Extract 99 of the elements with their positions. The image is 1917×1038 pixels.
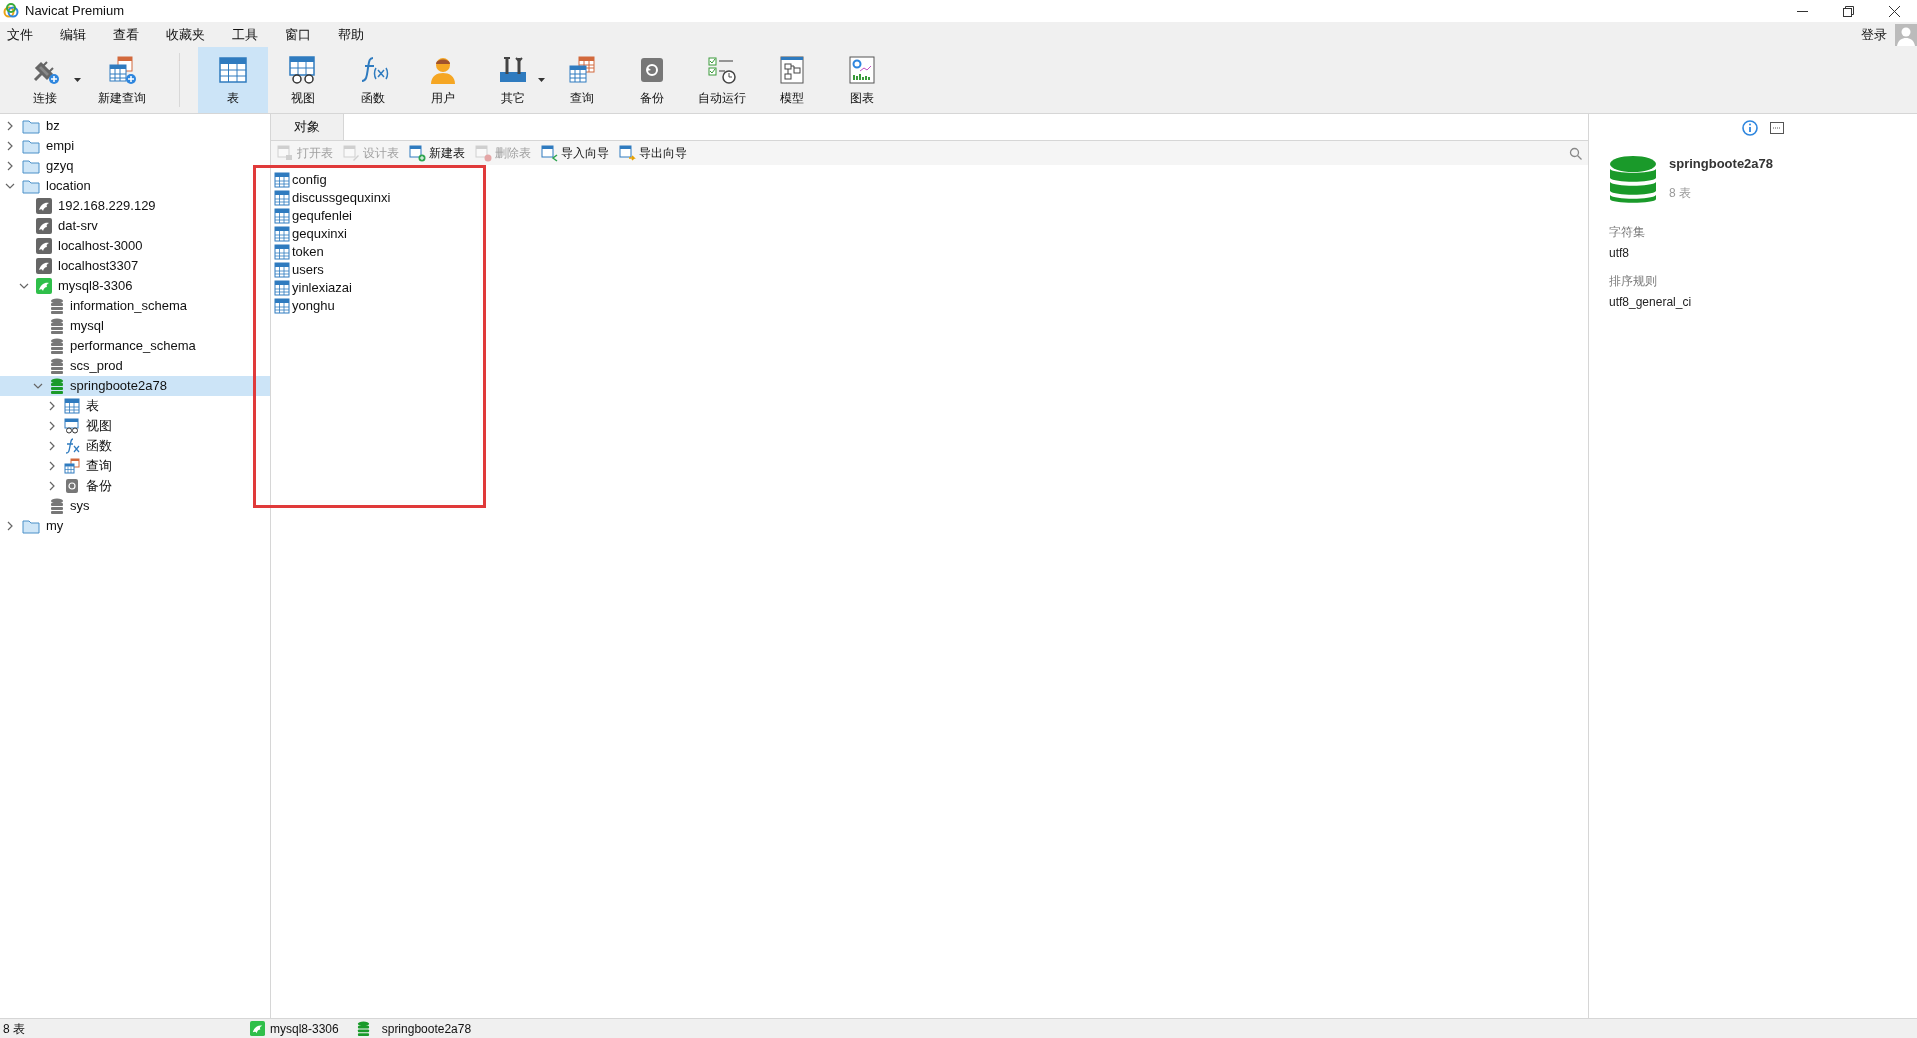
menu-item[interactable]: 工具	[225, 24, 265, 45]
folder-icon	[22, 158, 40, 174]
object-action-button[interactable]: 导出向导	[619, 144, 687, 162]
table-list-item[interactable]: yonghu	[274, 297, 339, 315]
table-plus-icon	[106, 53, 138, 86]
toolbar-button[interactable]: 表	[198, 47, 268, 113]
toolbar-button[interactable]: 函数	[338, 47, 408, 113]
toolbar-button[interactable]: 查询	[547, 47, 617, 113]
tree-item[interactable]: 表	[0, 396, 270, 416]
tree-item[interactable]: localhost-3000	[0, 236, 270, 256]
table-list-item[interactable]: config	[274, 171, 331, 189]
tree-item[interactable]: location	[0, 176, 270, 196]
status-database: springboote2a78	[381, 1020, 472, 1038]
menu-item[interactable]: 帮助	[331, 24, 371, 45]
toolbar-button[interactable]: 视图	[268, 47, 338, 113]
tree-item[interactable]: scs_prod	[0, 356, 270, 376]
toolbar-button[interactable]: 用户	[408, 47, 478, 113]
table-icon	[274, 190, 290, 206]
tree-item[interactable]: my	[0, 516, 270, 536]
import-table-icon	[541, 144, 558, 162]
table-icon	[274, 208, 290, 224]
tree-item[interactable]: bz	[0, 116, 270, 136]
table-stack-icon	[566, 53, 598, 86]
toolbar-button[interactable]: 新建查询	[83, 47, 161, 113]
tree-item[interactable]: 视图	[0, 416, 270, 436]
delete-table-icon	[475, 144, 492, 162]
table-icon	[274, 244, 290, 260]
table-list-item[interactable]: gequxinxi	[274, 225, 351, 243]
folder-icon	[22, 518, 40, 534]
toolbar-button[interactable]: 连接	[6, 47, 84, 113]
toolbar-button[interactable]: 图表	[827, 47, 897, 113]
tree-item[interactable]: sys	[0, 496, 270, 516]
table-icon	[274, 172, 290, 188]
toolbar-button[interactable]: 自动运行	[687, 47, 757, 113]
dolphin-icon	[250, 1021, 265, 1036]
tree-item[interactable]: dat-srv	[0, 216, 270, 236]
folder-icon	[22, 138, 40, 154]
new-table-icon	[409, 144, 426, 162]
folder-icon	[22, 178, 40, 194]
menu-item[interactable]: 编辑	[53, 24, 93, 45]
window-title: Navicat Premium	[25, 2, 124, 21]
tree-item[interactable]: information_schema	[0, 296, 270, 316]
chart-icon	[846, 53, 878, 86]
table-list-item[interactable]: users	[274, 261, 328, 279]
table-glasses-icon	[64, 418, 80, 434]
tree-item[interactable]: 备份	[0, 476, 270, 496]
function-icon	[64, 438, 80, 454]
info-icon[interactable]	[1742, 119, 1758, 136]
database-name: springboote2a78	[1669, 155, 1774, 174]
ddl-icon[interactable]	[1770, 121, 1784, 134]
tree-item[interactable]: mysql	[0, 316, 270, 336]
tree-item[interactable]: 查询	[0, 456, 270, 476]
tree-item[interactable]: gzyq	[0, 156, 270, 176]
table-icon	[274, 226, 290, 242]
tree-item[interactable]: localhost3307	[0, 256, 270, 276]
object-action-button[interactable]: 新建表	[409, 144, 465, 162]
tree-item[interactable]: mysql8-3306	[0, 276, 270, 296]
property-label: 字符集	[1609, 224, 1646, 241]
property-value: utf8_general_ci	[1609, 294, 1693, 311]
status-count: 8 表	[2, 1020, 26, 1038]
login-link[interactable]: 登录	[1861, 24, 1887, 45]
status-connection: mysql8-3306	[270, 1020, 339, 1038]
export-table-icon	[619, 144, 636, 162]
toolbar-button[interactable]: 模型	[757, 47, 827, 113]
menu-item[interactable]: 文件	[0, 24, 40, 45]
menu-item[interactable]: 窗口	[278, 24, 318, 45]
design-table-icon	[343, 144, 360, 162]
dropdown-caret-icon[interactable]	[74, 78, 81, 82]
property-label: 排序规则	[1609, 273, 1658, 290]
table-icon	[274, 298, 290, 314]
menu-item[interactable]: 收藏夹	[159, 24, 212, 45]
table-list-item[interactable]: gequfenlei	[274, 207, 356, 225]
table-list-item[interactable]: token	[274, 243, 328, 261]
open-table-icon	[277, 144, 294, 162]
tree-item[interactable]: 192.168.229.129	[0, 196, 270, 216]
table-icon	[64, 398, 80, 414]
table-icon	[274, 280, 290, 296]
dropdown-caret-icon[interactable]	[538, 78, 545, 82]
backup-icon	[64, 478, 80, 494]
restore-icon	[1842, 5, 1854, 17]
toolbar-button[interactable]: 其它	[478, 47, 548, 113]
tree-item[interactable]: performance_schema	[0, 336, 270, 356]
menu-item[interactable]: 查看	[106, 24, 146, 45]
database-icon	[356, 1021, 370, 1036]
close-icon	[1888, 5, 1900, 17]
table-list-item[interactable]: yinlexiazai	[274, 279, 356, 297]
tree-item[interactable]: 函数	[0, 436, 270, 456]
tree-item[interactable]: empi	[0, 136, 270, 156]
object-action-button[interactable]: 导入向导	[541, 144, 609, 162]
table-stack-icon	[64, 458, 80, 474]
table-icon	[274, 262, 290, 278]
table-list-item[interactable]: discussgequxinxi	[274, 189, 395, 207]
folder-icon	[22, 118, 40, 134]
tree-item[interactable]: springboote2a78	[0, 376, 270, 396]
table-count: 8 表	[1669, 184, 1692, 202]
toolbar-button[interactable]: 备份	[617, 47, 687, 113]
property-value: utf8	[1609, 245, 1630, 262]
app-logo-icon	[3, 3, 19, 19]
search-icon[interactable]	[1569, 146, 1582, 160]
